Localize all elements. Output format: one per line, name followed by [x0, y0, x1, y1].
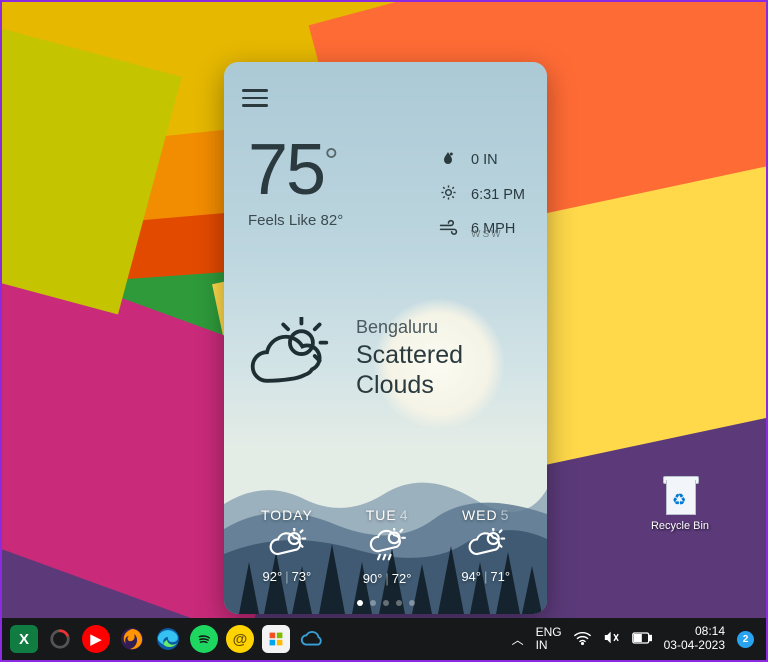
current-temperature: 75: [248, 130, 324, 210]
current-weather: 75° Feels Like 82°: [248, 134, 343, 229]
recycle-bin-icon: ♻: [660, 472, 700, 516]
sunset-value: 6:31 PM: [471, 187, 525, 203]
wind-icon: [438, 219, 458, 239]
page-dot[interactable]: [370, 600, 376, 606]
page-dot[interactable]: [383, 600, 389, 606]
condition-description: ScatteredClouds: [356, 340, 463, 400]
forecast-day[interactable]: TUE4 90°|72°: [363, 507, 412, 586]
precipitation-icon: [438, 150, 458, 170]
page-dots[interactable]: [224, 600, 547, 606]
system-tray: ︿ ENGIN 08:1403-04-2023 2: [512, 625, 766, 653]
recycle-bin-label: Recycle Bin: [644, 520, 716, 532]
forecast-day-name: WED5: [461, 507, 510, 523]
condition-block: Bengaluru ScatteredClouds: [246, 317, 463, 400]
forecast-row[interactable]: TODAY 92°|73° TUE4 90°|72° WED5 94°|71°: [224, 507, 547, 586]
forecast-temps: 94°|71°: [461, 569, 510, 584]
tray-overflow-button[interactable]: ︿: [512, 631, 524, 648]
precipitation-value: 0 IN: [471, 152, 498, 168]
forecast-icon: [261, 528, 313, 565]
volume-icon[interactable]: [603, 630, 620, 648]
app-yellow-icon[interactable]: @: [226, 625, 254, 653]
taskbar[interactable]: X ▶ @ ︿ ENGIN: [2, 618, 766, 660]
condition-icon: [246, 317, 332, 400]
menu-button[interactable]: [242, 84, 268, 112]
cloud-app-icon[interactable]: [298, 625, 326, 653]
forecast-temps: 92°|73°: [261, 569, 313, 584]
spotify-icon[interactable]: [190, 625, 218, 653]
feels-like: Feels Like 82°: [248, 212, 343, 229]
battery-icon[interactable]: [632, 632, 652, 647]
recycle-bin-desktop-icon[interactable]: ♻ Recycle Bin: [644, 472, 716, 532]
sunset-icon: [438, 184, 458, 205]
excel-icon[interactable]: X: [10, 625, 38, 653]
notification-badge[interactable]: 2: [737, 631, 754, 648]
degree-symbol: °: [324, 140, 338, 181]
forecast-icon: [461, 528, 510, 565]
firefox-icon[interactable]: [118, 625, 146, 653]
forecast-day-name: TUE4: [363, 507, 412, 523]
app-loader-icon[interactable]: [46, 625, 74, 653]
page-dot[interactable]: [396, 600, 402, 606]
location-name: Bengaluru: [356, 317, 463, 338]
forecast-icon: [363, 528, 412, 567]
page-dot[interactable]: [409, 600, 415, 606]
wifi-icon[interactable]: [574, 631, 591, 648]
forecast-day-name: TODAY: [261, 507, 313, 523]
weather-stats: 0 IN 6:31 PM 6 MPH WSW: [438, 150, 525, 240]
microsoft-store-icon[interactable]: [262, 625, 290, 653]
forecast-day[interactable]: WED5 94°|71°: [461, 507, 510, 586]
page-dot[interactable]: [357, 600, 363, 606]
forecast-temps: 90°|72°: [363, 571, 412, 586]
taskbar-apps: X ▶ @: [2, 625, 326, 653]
edge-icon[interactable]: [154, 625, 182, 653]
youtube-icon[interactable]: ▶: [82, 625, 110, 653]
language-indicator[interactable]: ENGIN: [536, 626, 562, 652]
wind-direction: WSW: [471, 229, 525, 240]
weather-widget[interactable]: 75° Feels Like 82° 0 IN 6:31 PM 6 MPH WS…: [224, 62, 547, 614]
forecast-day[interactable]: TODAY 92°|73°: [261, 507, 313, 586]
clock[interactable]: 08:1403-04-2023: [664, 625, 725, 653]
